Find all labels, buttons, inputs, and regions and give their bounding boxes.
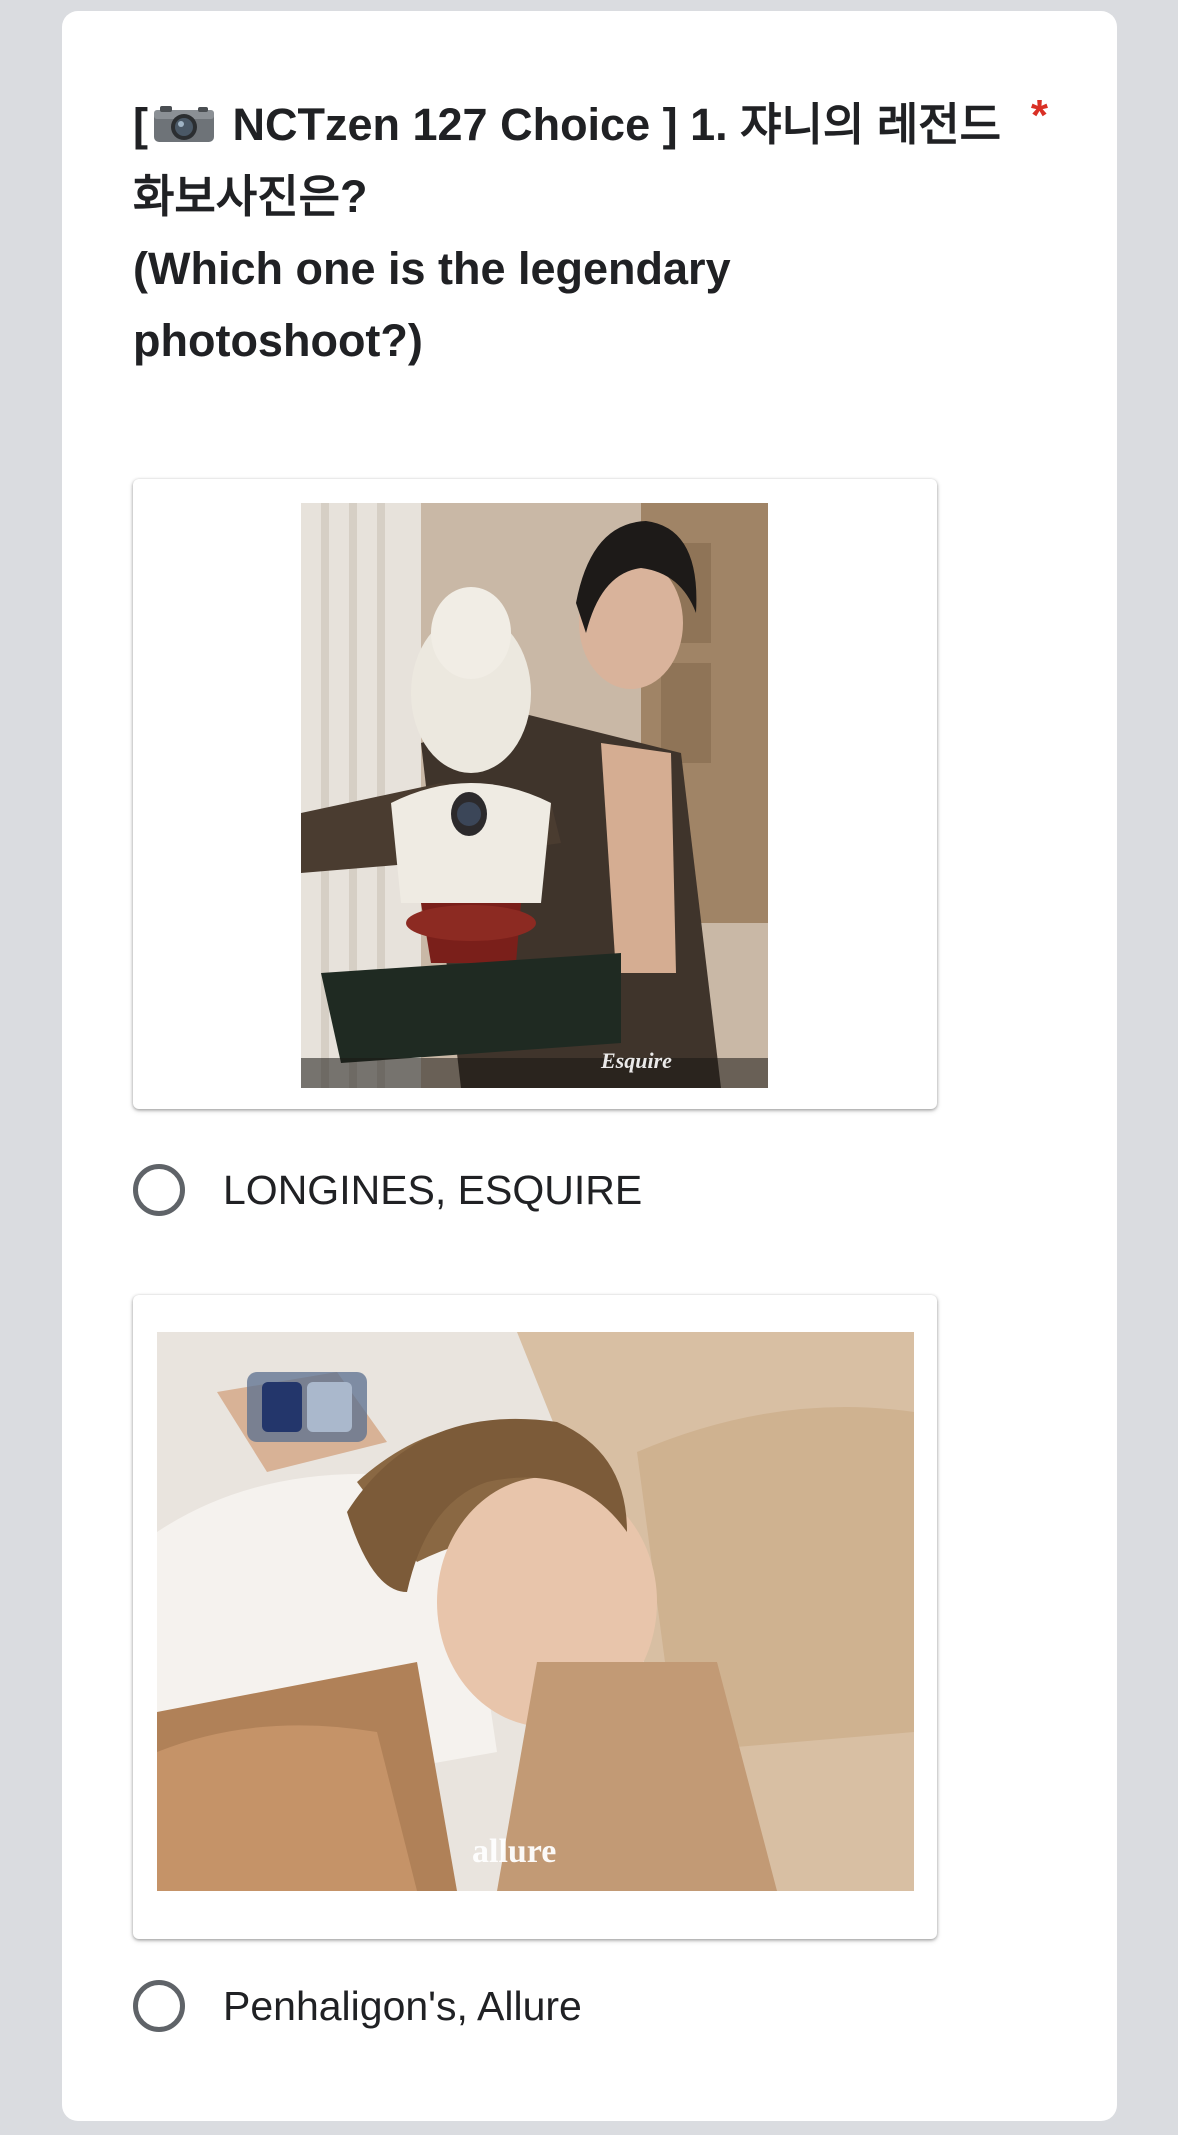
question-line-4: photoshoot?) [133, 315, 423, 366]
option-1-photo: Esquire [301, 503, 768, 1088]
option-2-photo: allure [157, 1332, 914, 1891]
option-1[interactable]: LONGINES, ESQUIRE [133, 1158, 642, 1222]
question-line-2: 화보사진은? [133, 171, 368, 222]
question-line-1: [ NCTzen 127 Choice ] 1. 쟈니의 레전드 [133, 99, 1002, 150]
option-2[interactable]: Penhaligon's, Allure [133, 1974, 582, 2038]
option-2-label[interactable]: Penhaligon's, Allure [223, 1983, 582, 2030]
question-line-3: (Which one is the legendary [133, 243, 731, 294]
question-title: [ NCTzen 127 Choice ] 1. 쟈니의 레전드 화보사진은? … [133, 89, 1033, 377]
allure-watermark: allure [472, 1833, 556, 1870]
option-2-radio[interactable] [133, 1980, 185, 2032]
option-1-label[interactable]: LONGINES, ESQUIRE [223, 1167, 642, 1214]
required-asterisk: * [1030, 91, 1048, 140]
option-2-image-card: allure [133, 1295, 937, 1939]
question-card: [ NCTzen 127 Choice ] 1. 쟈니의 레전드 화보사진은? … [62, 11, 1117, 2121]
esquire-watermark: Esquire [600, 1048, 672, 1073]
camera-icon [154, 106, 214, 142]
option-1-image-card: Esquire [133, 479, 937, 1109]
option-1-radio[interactable] [133, 1164, 185, 1216]
